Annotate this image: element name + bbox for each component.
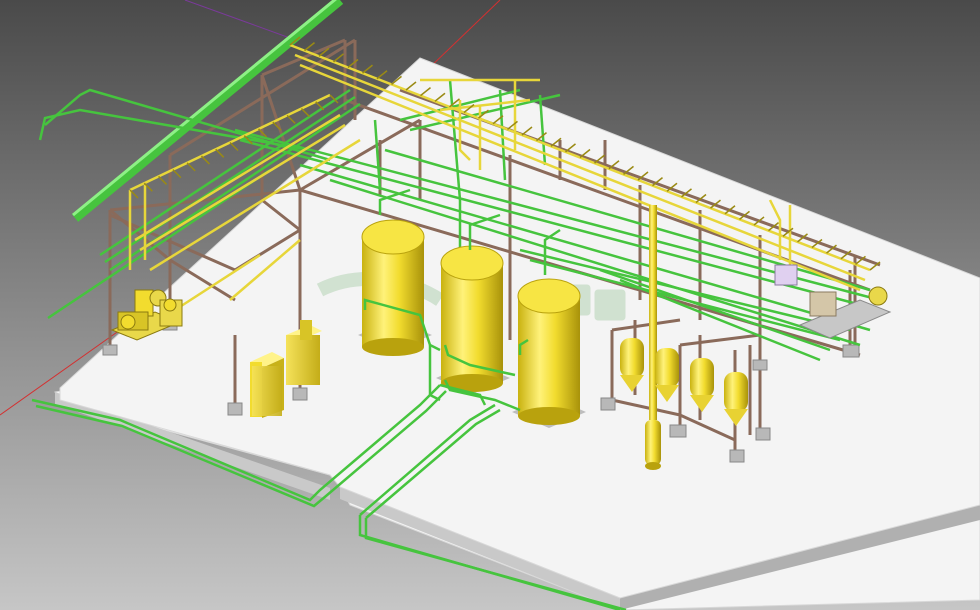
vertical-vessel-3 bbox=[512, 278, 586, 428]
electrical-cabinet bbox=[250, 352, 284, 418]
plant-model-scene[interactable] bbox=[0, 0, 980, 610]
electrical-cabinet-small bbox=[300, 320, 312, 340]
vertical-vessel-1 bbox=[358, 219, 432, 356]
pump-skid bbox=[159, 298, 183, 327]
3d-model-viewport[interactable] bbox=[0, 0, 980, 610]
